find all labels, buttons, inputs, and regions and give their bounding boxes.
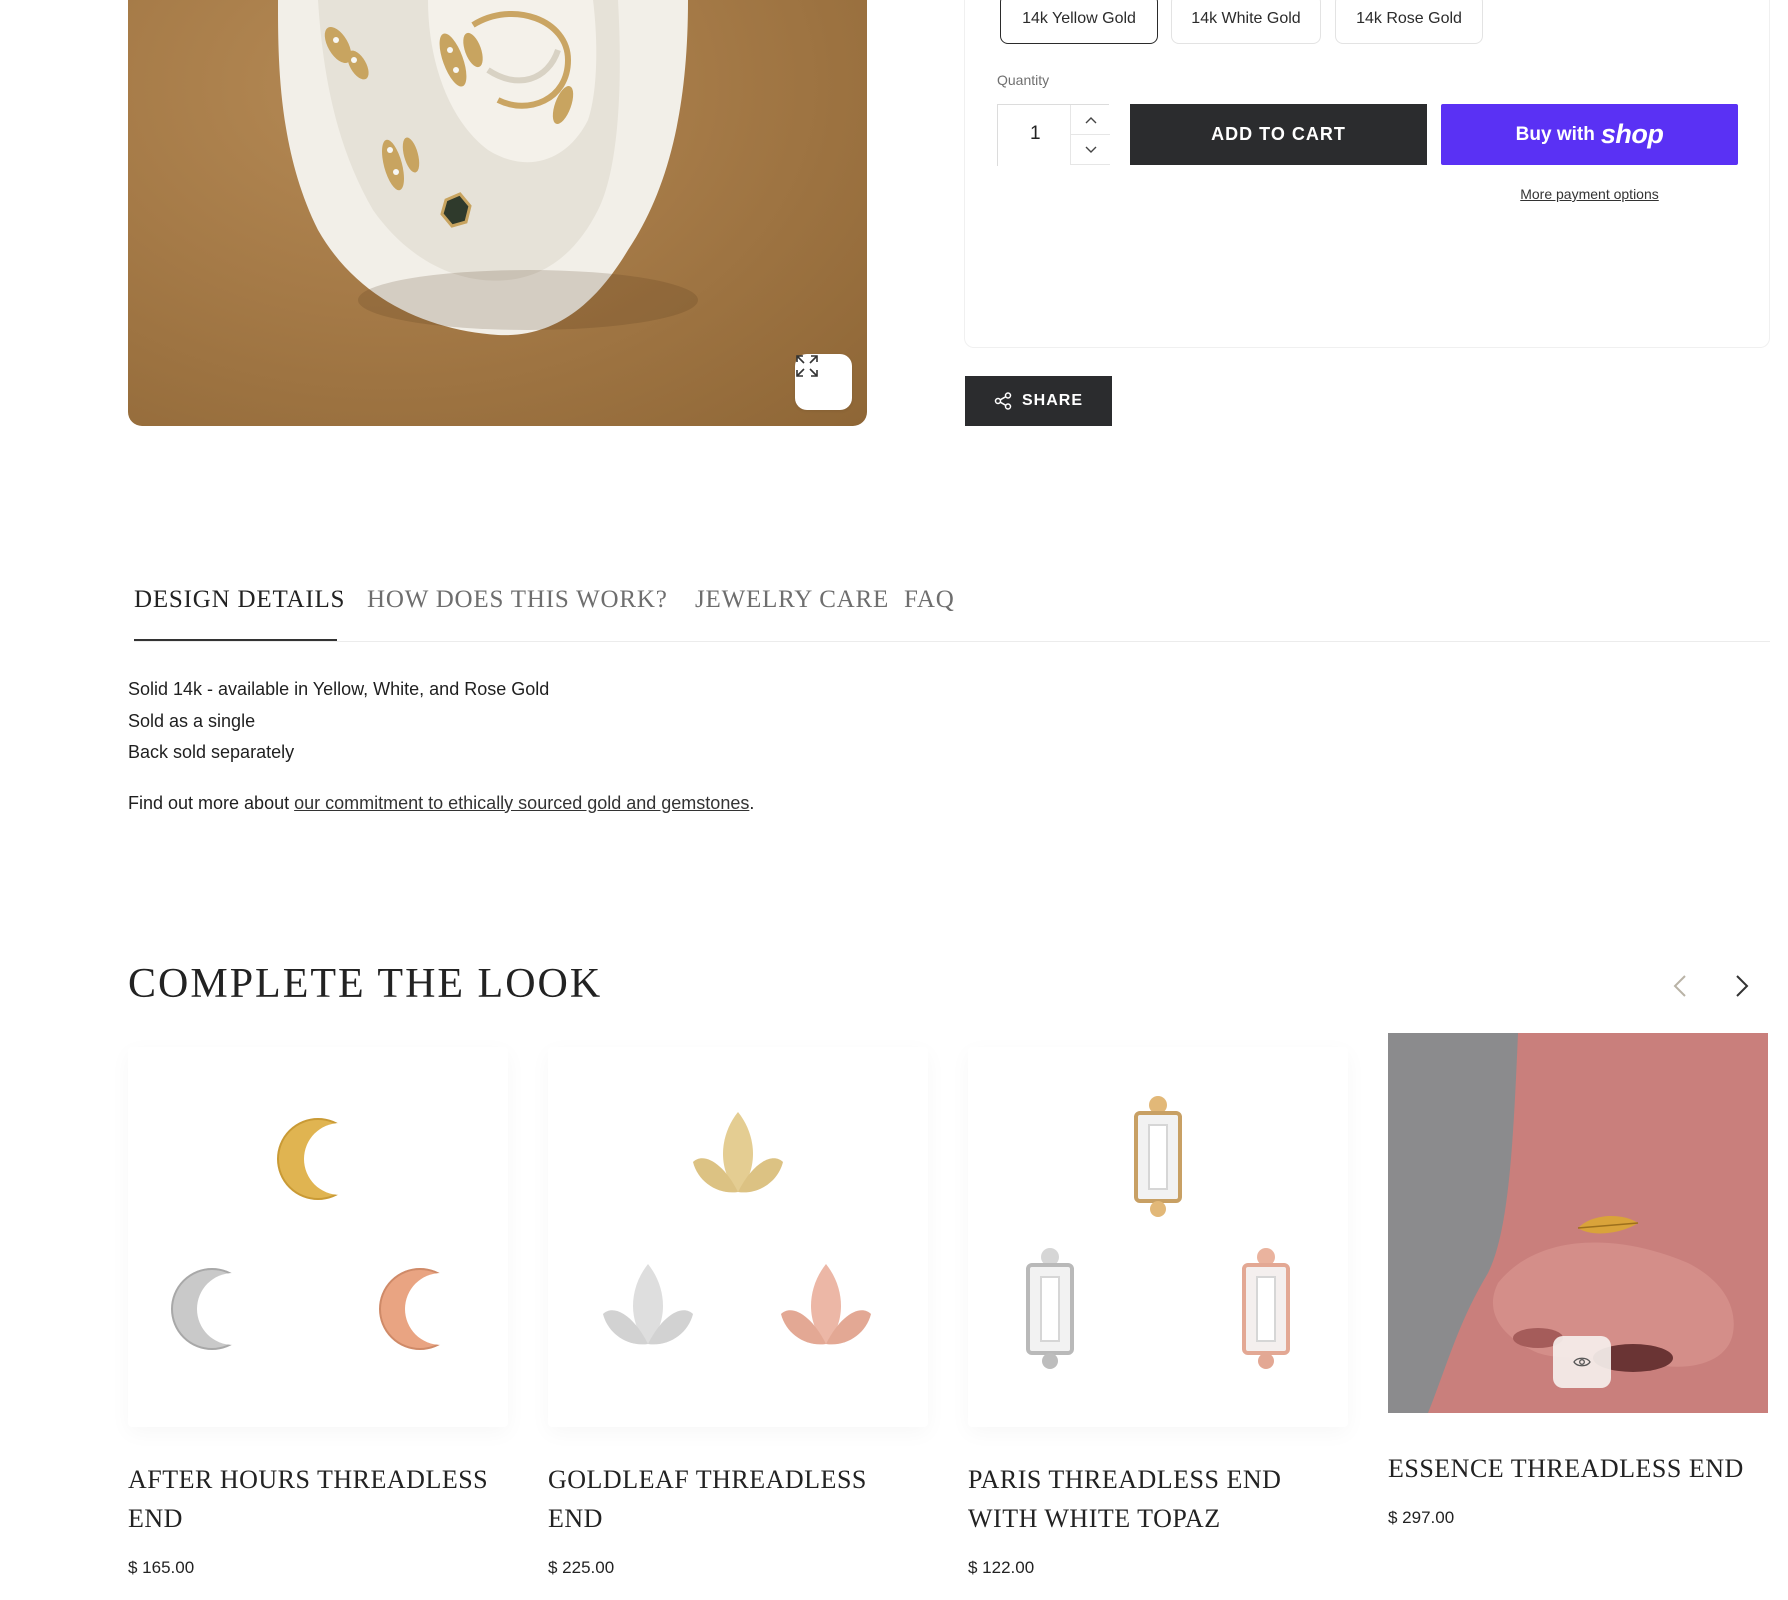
product-name[interactable]: GOLDLEAF THREADLESS END <box>548 1460 928 1538</box>
design-details-content: Solid 14k - available in Yellow, White, … <box>128 674 754 819</box>
product-name[interactable]: PARIS THREADLESS END WITH WHITE TOPAZ <box>968 1460 1348 1538</box>
variant-white-gold[interactable]: 14k White Gold <box>1171 0 1321 44</box>
ethics-note: Find out more about our commitment to et… <box>128 788 754 820</box>
moon-ends-image <box>171 1118 461 1350</box>
carousel-prev-button[interactable] <box>1668 972 1692 1000</box>
share-button[interactable]: SHARE <box>965 376 1112 426</box>
chevron-right-icon <box>1736 975 1749 997</box>
ethics-prefix: Find out more about <box>128 792 295 813</box>
expand-icon <box>796 355 818 377</box>
zoom-button[interactable] <box>795 354 852 410</box>
baguette-ends-image <box>1026 1096 1290 1369</box>
tab-faq[interactable]: FAQ <box>904 586 955 614</box>
buy-with-shop-button[interactable]: Buy with shop <box>1441 104 1738 165</box>
shop-logo: shop <box>1600 119 1664 149</box>
variant-yellow-gold[interactable]: 14k Yellow Gold <box>1000 0 1158 44</box>
leaf-ends-image <box>603 1112 871 1345</box>
product-image[interactable] <box>128 0 867 426</box>
tab-jewelry-care[interactable]: JEWELRY CARE <box>695 586 889 614</box>
tab-design-details[interactable]: DESIGN DETAILS <box>134 586 345 614</box>
share-icon <box>994 392 1012 410</box>
shop-pay-prefix: Buy with <box>1515 123 1595 145</box>
complete-the-look-title: COMPLETE THE LOOK <box>128 961 603 1007</box>
add-to-cart-button[interactable]: ADD TO CART <box>1130 104 1427 165</box>
quantity-label: Quantity <box>997 72 1050 88</box>
product-name[interactable]: ESSENCE THREADLESS END <box>1388 1449 1768 1488</box>
buy-box: 14k Yellow Gold 14k White Gold 14k Rose … <box>964 0 1770 348</box>
ethics-suffix: . <box>749 792 755 813</box>
quantity-stepper: 1 <box>997 104 1110 166</box>
quick-view-button[interactable] <box>1553 1336 1611 1388</box>
product-card[interactable]: GOLDLEAF THREADLESS END $ 225.00 <box>548 1047 928 1578</box>
eye-icon <box>1573 1357 1591 1367</box>
detail-line: Back sold separately <box>128 742 295 762</box>
tab-how-does-this-work[interactable]: HOW DOES THIS WORK? <box>367 586 668 614</box>
tabs-divider <box>134 641 1770 642</box>
product-price: $ 165.00 <box>128 1558 195 1577</box>
detail-line: Sold as a single <box>128 710 256 731</box>
product-image-leaf-ends[interactable] <box>548 1047 928 1427</box>
product-card[interactable]: ESSENCE THREADLESS END $ 297.00 <box>1388 1033 1768 1528</box>
carousel-next-button[interactable] <box>1730 972 1754 1000</box>
product-price: $ 122.00 <box>968 1558 1035 1577</box>
product-image-baguette-ends[interactable] <box>968 1047 1348 1427</box>
variant-rose-gold[interactable]: 14k Rose Gold <box>1335 0 1483 44</box>
ear-photo <box>278 0 698 336</box>
detail-line: Solid 14k - available in Yellow, White, … <box>128 679 550 699</box>
product-card[interactable]: PARIS THREADLESS END WITH WHITE TOPAZ $ … <box>968 1047 1348 1578</box>
quantity-increase-button[interactable] <box>1070 105 1110 135</box>
more-payment-options-link[interactable]: More payment options <box>1441 186 1738 202</box>
quantity-input[interactable]: 1 <box>1030 123 1041 145</box>
product-price: $ 225.00 <box>548 1558 615 1577</box>
product-image-nose-photo[interactable] <box>1388 1033 1768 1413</box>
chevron-up-icon <box>1085 116 1096 123</box>
chevron-down-icon <box>1085 146 1096 153</box>
product-image-moon-ends[interactable] <box>128 1047 508 1427</box>
quantity-decrease-button[interactable] <box>1070 135 1110 165</box>
chevron-left-icon <box>1673 975 1686 997</box>
product-price: $ 297.00 <box>1388 1508 1455 1527</box>
product-name[interactable]: AFTER HOURS THREADLESS END <box>128 1460 508 1538</box>
ethics-link[interactable]: our commitment to ethically sourced gold… <box>294 793 749 813</box>
share-label: SHARE <box>1021 392 1083 409</box>
product-card[interactable]: AFTER HOURS THREADLESS END $ 165.00 <box>128 1047 508 1578</box>
